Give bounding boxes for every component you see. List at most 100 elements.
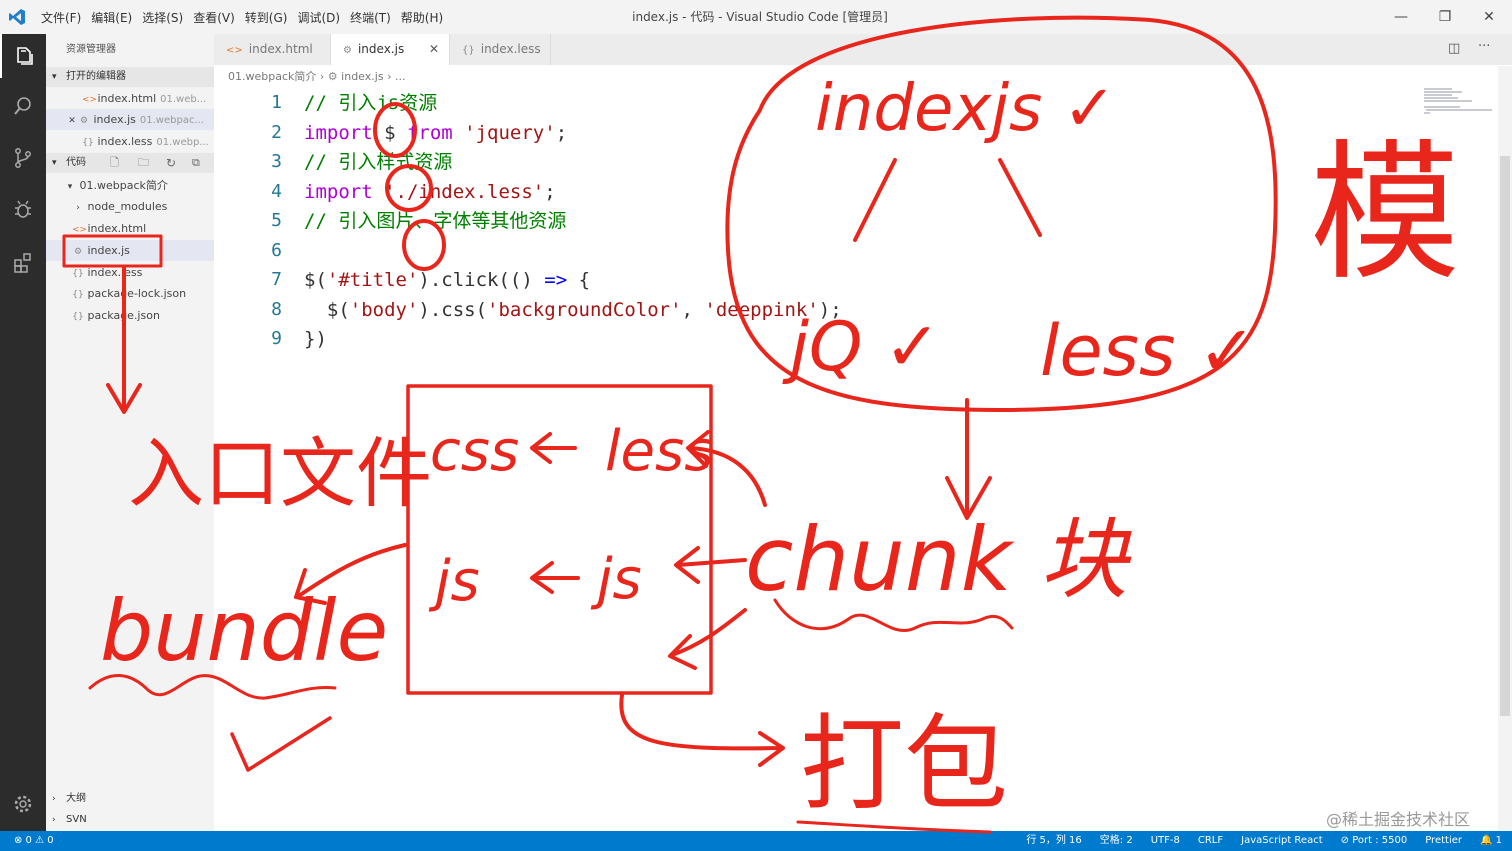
file-item[interactable]: {} package-lock.json bbox=[46, 283, 214, 304]
chevron-down-icon: ▾ bbox=[52, 158, 57, 168]
code-token: from bbox=[406, 121, 465, 144]
status-bar: ⊗ 0 ⚠ 0 行 5，列 16 空格: 2 UTF-8 CRLF JavaSc… bbox=[0, 831, 1512, 851]
minimap[interactable] bbox=[1422, 86, 1498, 116]
settings-gear-icon[interactable] bbox=[0, 782, 46, 826]
code-line[interactable]: 3 // 引入样式资源 bbox=[214, 147, 1414, 177]
braces-file-icon: {} bbox=[72, 269, 84, 279]
braces-icon: {} bbox=[462, 45, 475, 56]
scrollbar-thumb[interactable] bbox=[1500, 156, 1510, 716]
tab-index-html[interactable]: <> index.html bbox=[214, 34, 331, 65]
new-folder-icon[interactable]: 🗀 bbox=[138, 153, 149, 173]
problems-indicator[interactable]: ⊗ 0 ⚠ 0 bbox=[14, 831, 54, 851]
code-token: 'jquery' bbox=[464, 121, 556, 144]
debug-icon[interactable] bbox=[0, 188, 46, 232]
extensions-icon[interactable] bbox=[0, 240, 46, 284]
restore-button[interactable]: ❐ bbox=[1422, 0, 1468, 34]
code-line[interactable]: 6 bbox=[214, 236, 1414, 266]
gear-icon: ⚙ bbox=[327, 70, 338, 83]
live-server-port[interactable]: ⊘ Port : 5500 bbox=[1341, 831, 1408, 851]
code-line[interactable]: 8 $('body').css('backgroundColor', 'deep… bbox=[214, 295, 1414, 325]
menu-debug[interactable]: 调试(D) bbox=[297, 9, 340, 26]
workspace-header[interactable]: ▾ 代码 🗋 🗀 ↻ ⧉ bbox=[46, 153, 214, 173]
explorer-sidebar: 资源管理器 ▾ 打开的编辑器 <> index.html 01.web... ✕ ⚙… bbox=[46, 34, 214, 831]
code-text: // 引入图片、字体等其他资源 bbox=[304, 206, 566, 236]
menu-help[interactable]: 帮助(H) bbox=[401, 9, 443, 26]
end-of-line[interactable]: CRLF bbox=[1198, 831, 1223, 851]
svn-header[interactable]: › SVN bbox=[46, 810, 214, 830]
folder-item[interactable]: ▾ 01.webpack简介 bbox=[46, 175, 214, 196]
code-token: 'body' bbox=[349, 298, 419, 321]
formatter[interactable]: Prettier bbox=[1425, 831, 1462, 851]
breadcrumb-folder[interactable]: 01.webpack简介 bbox=[228, 70, 316, 83]
file-item[interactable]: {} package.json bbox=[46, 305, 214, 326]
gear-icon: ⚙ bbox=[343, 45, 352, 56]
menu-view[interactable]: 查看(V) bbox=[193, 9, 235, 26]
menu-go[interactable]: 转到(G) bbox=[245, 9, 288, 26]
outline-header[interactable]: › 大纲 bbox=[46, 789, 214, 809]
menu-file[interactable]: 文件(F) bbox=[41, 9, 81, 26]
close-window-button[interactable]: ✕ bbox=[1466, 0, 1512, 34]
open-editor-item[interactable]: ✕ ⚙ index.js 01.webpac... bbox=[46, 109, 214, 130]
new-file-icon[interactable]: 🗋 bbox=[110, 153, 119, 173]
window-title: index.js - 代码 - Visual Studio Code [管理员] bbox=[632, 10, 888, 24]
source-control-icon[interactable] bbox=[0, 136, 46, 180]
code-token: $( bbox=[304, 269, 327, 291]
menu-terminal[interactable]: 终端(T) bbox=[350, 9, 391, 26]
indentation[interactable]: 空格: 2 bbox=[1100, 831, 1133, 851]
menu-edit[interactable]: 编辑(E) bbox=[91, 9, 132, 26]
code-text: $('body').css('backgroundColor', 'deeppi… bbox=[304, 295, 842, 325]
code-line[interactable]: 2 import $ from 'jquery'; bbox=[214, 118, 1414, 148]
language-mode[interactable]: JavaScript React bbox=[1241, 831, 1323, 851]
code-line[interactable]: 7 $('#title').click(() => { bbox=[214, 265, 1414, 295]
encoding[interactable]: UTF-8 bbox=[1151, 831, 1180, 851]
line-number: 1 bbox=[271, 92, 282, 113]
file-item-selected[interactable]: ⚙ index.js bbox=[46, 240, 214, 261]
cursor-position[interactable]: 行 5，列 16 bbox=[1026, 831, 1081, 851]
code-token: { bbox=[567, 269, 591, 291]
html-file-icon: <> bbox=[72, 225, 88, 235]
file-item[interactable]: <> index.html bbox=[46, 218, 214, 239]
html-file-icon: <> bbox=[82, 95, 98, 105]
open-editor-item[interactable]: <> index.html 01.web... bbox=[46, 88, 214, 109]
search-icon[interactable] bbox=[0, 84, 46, 128]
menu-selection[interactable]: 选择(S) bbox=[142, 9, 183, 26]
open-editor-item[interactable]: {} index.less 01.webp... bbox=[46, 131, 214, 152]
folder-item[interactable]: › node_modules bbox=[46, 196, 214, 217]
code-text: // 引入样式资源 bbox=[304, 147, 452, 177]
breadcrumb: 01.webpack简介 › ⚙ index.js › ... bbox=[228, 70, 406, 83]
explorer-icon[interactable] bbox=[0, 34, 48, 78]
code-line[interactable]: 4 import './index.less'; bbox=[214, 177, 1414, 207]
line-number: 7 bbox=[271, 269, 282, 290]
vertical-scrollbar[interactable] bbox=[1498, 66, 1512, 831]
sidebar-title: 资源管理器 bbox=[66, 44, 116, 55]
open-editors-header[interactable]: ▾ 打开的编辑器 bbox=[46, 67, 214, 87]
close-tab-icon[interactable]: ✕ bbox=[429, 34, 439, 65]
line-number: 6 bbox=[271, 239, 282, 261]
code-text: }) bbox=[304, 324, 327, 354]
more-actions-icon[interactable]: ··· bbox=[1478, 39, 1490, 54]
line-number: 4 bbox=[271, 180, 282, 202]
code-text: import $ from 'jquery'; bbox=[304, 118, 567, 148]
code-line[interactable]: 1 // 引入js资源 bbox=[214, 88, 1414, 118]
split-editor-icon[interactable]: ◫ bbox=[1448, 41, 1460, 56]
tab-index-less[interactable]: {} index.less bbox=[450, 34, 551, 65]
refresh-icon[interactable]: ↻ bbox=[166, 153, 176, 173]
close-icon[interactable]: ✕ bbox=[66, 111, 78, 130]
code-editor[interactable]: 1 // 引入js资源 2 import $ from 'jquery'; 3 // 引入… bbox=[214, 86, 1498, 831]
menu-bar: 文件(F) 编辑(E) 选择(S) 查看(V) 转到(G) 调试(D) 终端(T… bbox=[36, 0, 448, 34]
breadcrumb-file[interactable]: index.js bbox=[341, 70, 383, 83]
chevron-down-icon: ▾ bbox=[67, 182, 73, 192]
braces-file-icon: {} bbox=[82, 138, 94, 148]
tab-index-js[interactable]: ⚙ index.js ✕ bbox=[331, 34, 450, 65]
chevron-right-icon: › bbox=[52, 815, 56, 825]
code-text: // 引入js资源 bbox=[304, 88, 437, 118]
breadcrumb-more[interactable]: ... bbox=[395, 70, 406, 83]
code-line[interactable]: 9}) bbox=[214, 324, 1414, 354]
collapse-all-icon[interactable]: ⧉ bbox=[192, 153, 200, 173]
gear-file-icon: ⚙ bbox=[79, 116, 89, 126]
notifications-bell[interactable]: 🔔 1 bbox=[1480, 831, 1502, 851]
code-line[interactable]: 5 // 引入图片、字体等其他资源 bbox=[214, 206, 1414, 236]
code-token: => bbox=[544, 269, 568, 291]
minimize-button[interactable]: — bbox=[1378, 0, 1424, 34]
file-item[interactable]: {} index.less bbox=[46, 262, 214, 283]
